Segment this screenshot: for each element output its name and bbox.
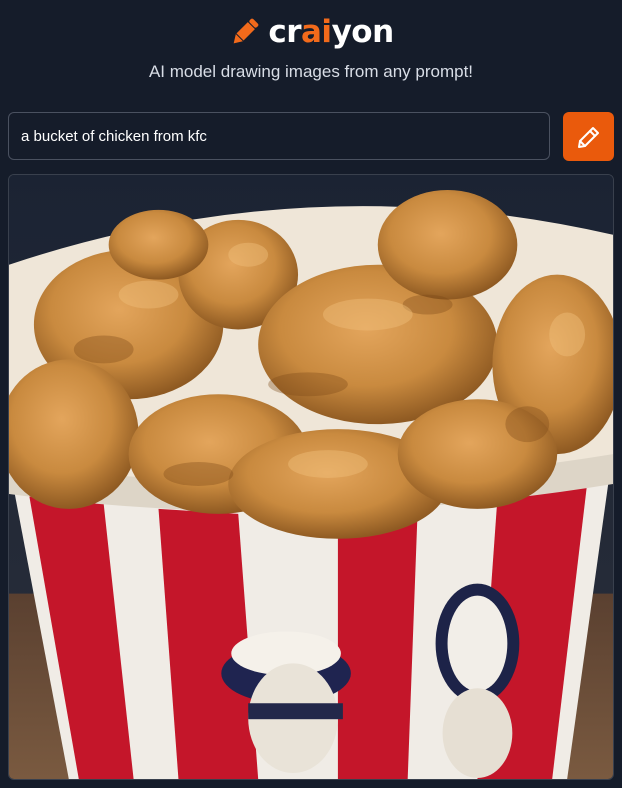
generated-image-canvas	[9, 175, 613, 779]
tagline: AI model drawing images from any prompt!	[148, 62, 474, 81]
draw-button[interactable]	[563, 112, 614, 161]
pencil-icon	[577, 126, 599, 148]
brand-wordmark: craiyon	[268, 13, 395, 50]
brand-name-start: cr	[268, 13, 302, 50]
logo[interactable]: craiyon	[228, 13, 395, 50]
pencil-icon	[234, 18, 259, 44]
generated-image[interactable]	[8, 174, 614, 780]
brand-name-end: yon	[331, 13, 395, 50]
prompt-input[interactable]	[8, 112, 550, 160]
header: craiyon	[0, 12, 622, 52]
brand-name-accent: ai	[301, 13, 332, 50]
